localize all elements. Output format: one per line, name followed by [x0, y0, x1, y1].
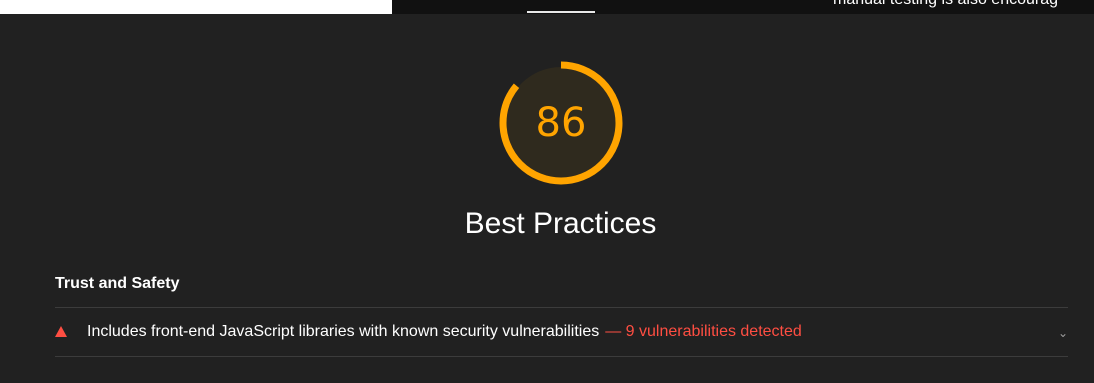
score-gauge[interactable]: 86: [496, 58, 626, 188]
audit-divider: [55, 356, 1068, 357]
top-blank-area: [0, 0, 392, 14]
audit-display-value: — 9 vulnerabilities detected: [605, 323, 802, 340]
top-overlay-bar: manual testing is also encourag: [392, 0, 1094, 14]
audit-group-title: Trust and Safety: [55, 275, 180, 292]
overlay-note-text: manual testing is also encourag: [833, 0, 1058, 9]
active-tab-indicator: [527, 11, 595, 13]
audit-title: Includes front-end JavaScript libraries …: [87, 323, 600, 340]
fail-triangle-icon: [55, 326, 67, 337]
audit-text: Includes front-end JavaScript libraries …: [87, 323, 802, 341]
best-practices-category: 86 Best Practices Trust and Safety Inclu…: [0, 14, 1094, 383]
audit-row-vulnerable-libraries[interactable]: Includes front-end JavaScript libraries …: [55, 308, 1068, 356]
category-title: Best Practices: [464, 207, 657, 240]
gauge-score-value: 86: [535, 100, 587, 146]
lighthouse-report-page: manual testing is also encourag 86 Best …: [0, 0, 1094, 383]
chevron-down-icon[interactable]: ⌄: [1058, 326, 1068, 340]
